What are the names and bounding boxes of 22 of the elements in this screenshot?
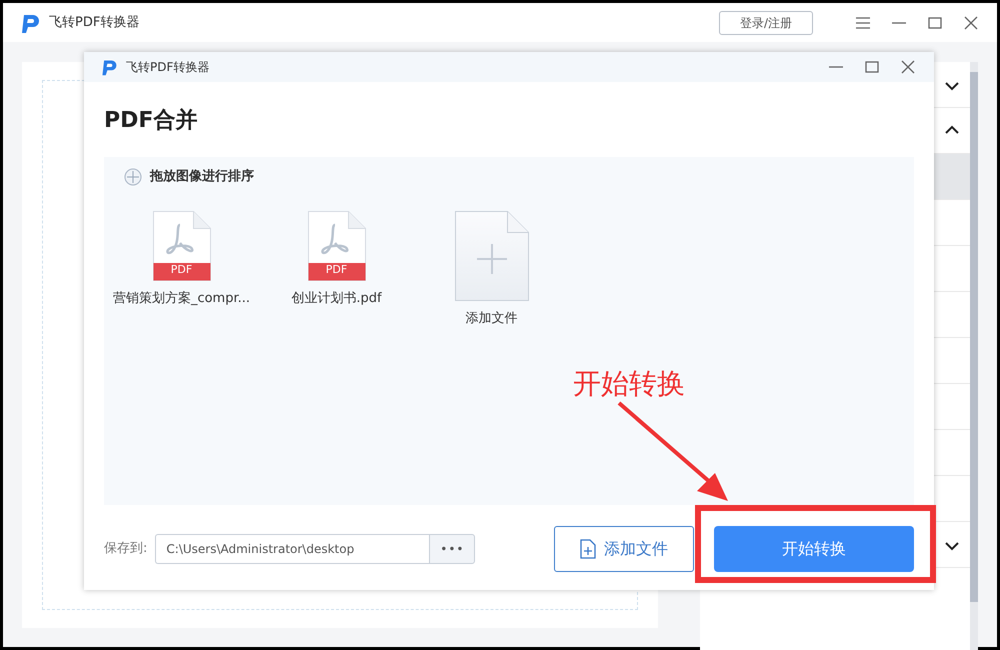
app-title: 飞转PDF转换器 <box>49 14 140 32</box>
file-type-label: PDF <box>324 262 348 278</box>
start-convert-button[interactable]: 开始转换 <box>714 526 914 572</box>
file-name: 营销策划方案_compr... <box>112 290 250 308</box>
pdf-file-icon[interactable] <box>308 210 366 280</box>
login-button[interactable]: 登录/注册 <box>718 10 813 34</box>
file-name: 创业计划书.pdf <box>291 290 382 308</box>
app-logo-icon <box>100 58 118 76</box>
dialog-heading: PDF合并 <box>104 107 198 135</box>
pdf-file-icon[interactable] <box>152 210 210 280</box>
save-label: 保存到: <box>104 540 148 558</box>
drag-hint: 拖放图像进行排序 <box>150 168 254 186</box>
add-file-icon <box>580 539 596 559</box>
path-field[interactable]: C:\Users\Administrator\desktop <box>155 534 430 564</box>
add-file-button[interactable]: 添加文件 <box>554 526 694 572</box>
annotation-label: 开始转换 <box>573 366 685 402</box>
add-file-button-label: 添加文件 <box>604 538 668 560</box>
browse-button[interactable]: ••• <box>429 534 476 564</box>
add-file-label: 添加文件 <box>466 310 518 328</box>
dialog-title: 飞转PDF转换器 <box>126 59 210 76</box>
file-type-label: PDF <box>170 262 194 278</box>
move-icon <box>124 168 142 186</box>
